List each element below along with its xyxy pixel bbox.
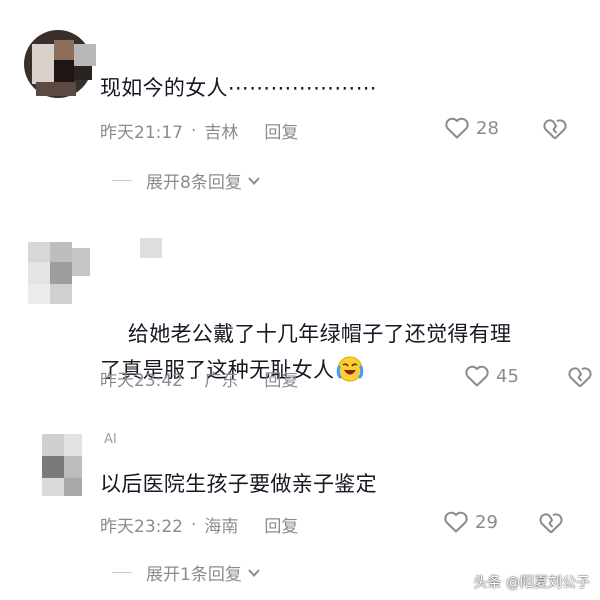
watermark: 头条 @阳夏刘公子 (473, 575, 590, 591)
comment-location: 海南 (204, 517, 239, 537)
crying-laughing-emoji-icon (337, 356, 364, 382)
expand-replies-button[interactable]: 展开1条回复 (112, 560, 262, 585)
reply-button[interactable]: 回复 (264, 366, 298, 391)
like-count: 45 (496, 365, 519, 387)
comment-item: 给她老公戴了十几年绿帽子了还觉得有理 了真是服了这种无耻女人 昨天23:42 ·… (0, 200, 600, 420)
like-button[interactable]: 45 (464, 364, 519, 388)
comment-meta: 昨天23:42 · 广东 回复 (100, 366, 298, 392)
username[interactable]: AI (104, 432, 117, 448)
expand-divider (112, 572, 132, 573)
heart-outline-icon (445, 117, 469, 139)
comment-meta: 昨天21:17 · 吉林 回复 (100, 118, 298, 144)
heart-outline-icon (444, 511, 468, 533)
comment-item: 现如今的女人⋯⋯⋯⋯⋯⋯⋯ 昨天21:17 · 吉林 回复 28 展开8条回复 (0, 0, 600, 200)
like-count: 28 (476, 117, 499, 139)
expand-replies-button[interactable]: 展开8条回复 (112, 168, 262, 193)
username-mosaic (74, 44, 96, 66)
comment-location: 广东 (204, 371, 239, 391)
expand-replies-label: 展开8条回复 (146, 173, 242, 193)
expand-replies-label: 展开1条回复 (146, 565, 242, 585)
reply-button[interactable]: 回复 (264, 118, 298, 143)
comment-text: 现如今的女人⋯⋯⋯⋯⋯⋯⋯ (100, 76, 377, 100)
comment-time: 昨天23:42 (100, 371, 183, 391)
comment-text: 以后医院生孩子要做亲子鉴定 (100, 472, 377, 496)
avatar[interactable] (22, 428, 94, 500)
comment-meta: 昨天23:22 · 海南 回复 (100, 512, 298, 538)
like-count: 29 (475, 511, 498, 533)
dislike-button[interactable] (566, 365, 594, 393)
comment-text: 给她老公戴了十几年绿帽子了还觉得有理 了真是服了这种无耻女人 (100, 280, 580, 424)
avatar-mosaic (22, 236, 94, 308)
dislike-button[interactable] (537, 511, 565, 539)
heart-outline-icon (465, 365, 489, 387)
dislike-button[interactable] (541, 117, 569, 145)
like-button[interactable]: 28 (444, 116, 499, 140)
comment-location: 吉林 (204, 123, 239, 143)
broken-heart-icon (568, 367, 592, 388)
like-button[interactable]: 29 (443, 510, 498, 534)
expand-divider (112, 180, 132, 181)
avatar[interactable] (22, 236, 94, 308)
comment-time: 昨天21:17 (100, 123, 183, 143)
meta-separator: · (191, 368, 197, 389)
reply-button[interactable]: 回复 (264, 512, 298, 537)
chevron-down-icon (248, 176, 260, 185)
broken-heart-icon (539, 513, 563, 534)
avatar-mosaic (22, 428, 94, 500)
comment-time: 昨天23:22 (100, 517, 183, 537)
chevron-down-icon (248, 568, 260, 577)
meta-separator: · (191, 120, 197, 141)
meta-separator: · (191, 514, 197, 535)
username-mosaic (140, 238, 162, 258)
broken-heart-icon (543, 119, 567, 140)
